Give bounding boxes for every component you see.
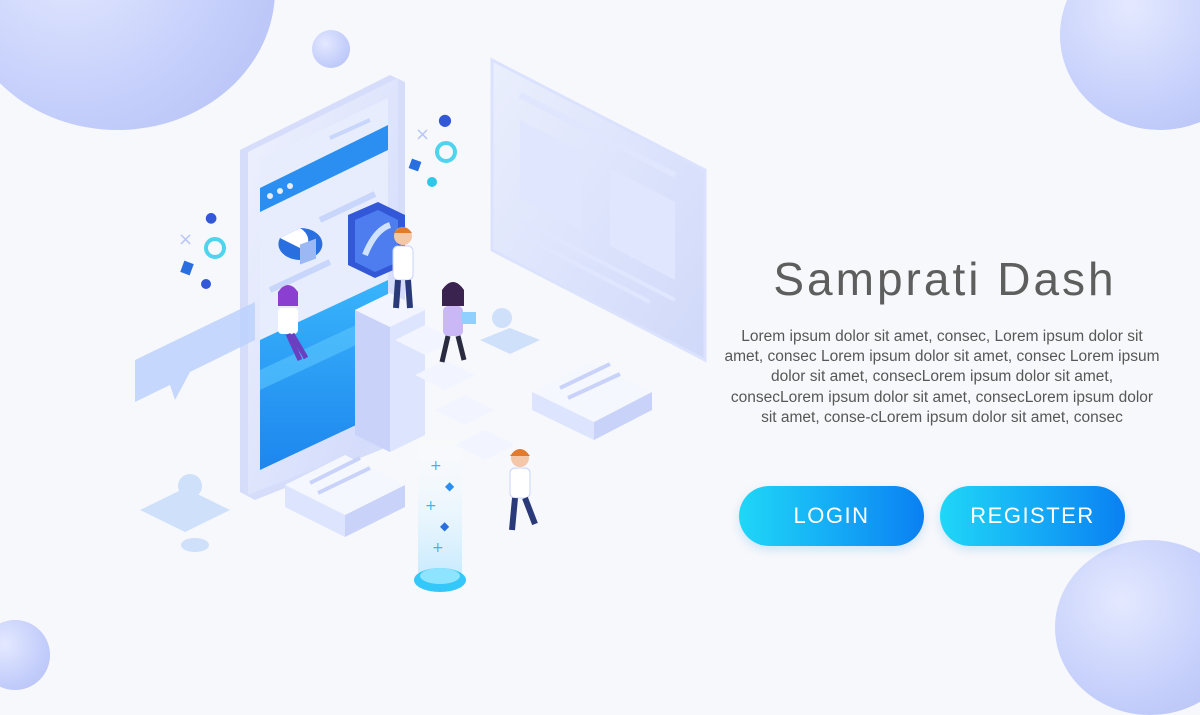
- page-title: Samprati Dash: [773, 253, 1117, 305]
- svg-text:◆: ◆: [445, 479, 455, 493]
- person-walking-bottom: [509, 449, 538, 531]
- person-walking-with-tablet: [439, 282, 476, 363]
- login-button[interactable]: LOGIN: [739, 486, 924, 546]
- document-stack-right: [532, 362, 652, 440]
- decorative-bubble-bottom-left: [0, 620, 50, 690]
- register-button[interactable]: REGISTER: [940, 486, 1125, 546]
- svg-text:×: ×: [178, 229, 193, 250]
- svg-text:+: +: [432, 540, 444, 556]
- decorative-bubble-top-right: [1060, 0, 1200, 130]
- light-beam-portal: + ◆ + ◆ +: [414, 440, 466, 592]
- stairs-platform: [355, 293, 515, 460]
- hero-description: Lorem ipsum dolor sit amet, consec, Lore…: [724, 328, 1160, 426]
- svg-text:+: +: [430, 458, 442, 474]
- svg-text:●: ●: [438, 110, 452, 129]
- svg-text:●: ●: [205, 210, 217, 226]
- svg-text:+: +: [425, 498, 437, 514]
- floating-window-panel: [490, 57, 707, 363]
- svg-text:×: ×: [415, 124, 430, 145]
- isometric-dashboard-illustration: + ◆ + ◆ + × ● × ●: [135, 57, 707, 592]
- svg-text:◆: ◆: [440, 519, 450, 533]
- chat-bubble-decoration: [135, 302, 255, 402]
- decorative-bubble-bottom-right: [1055, 540, 1200, 715]
